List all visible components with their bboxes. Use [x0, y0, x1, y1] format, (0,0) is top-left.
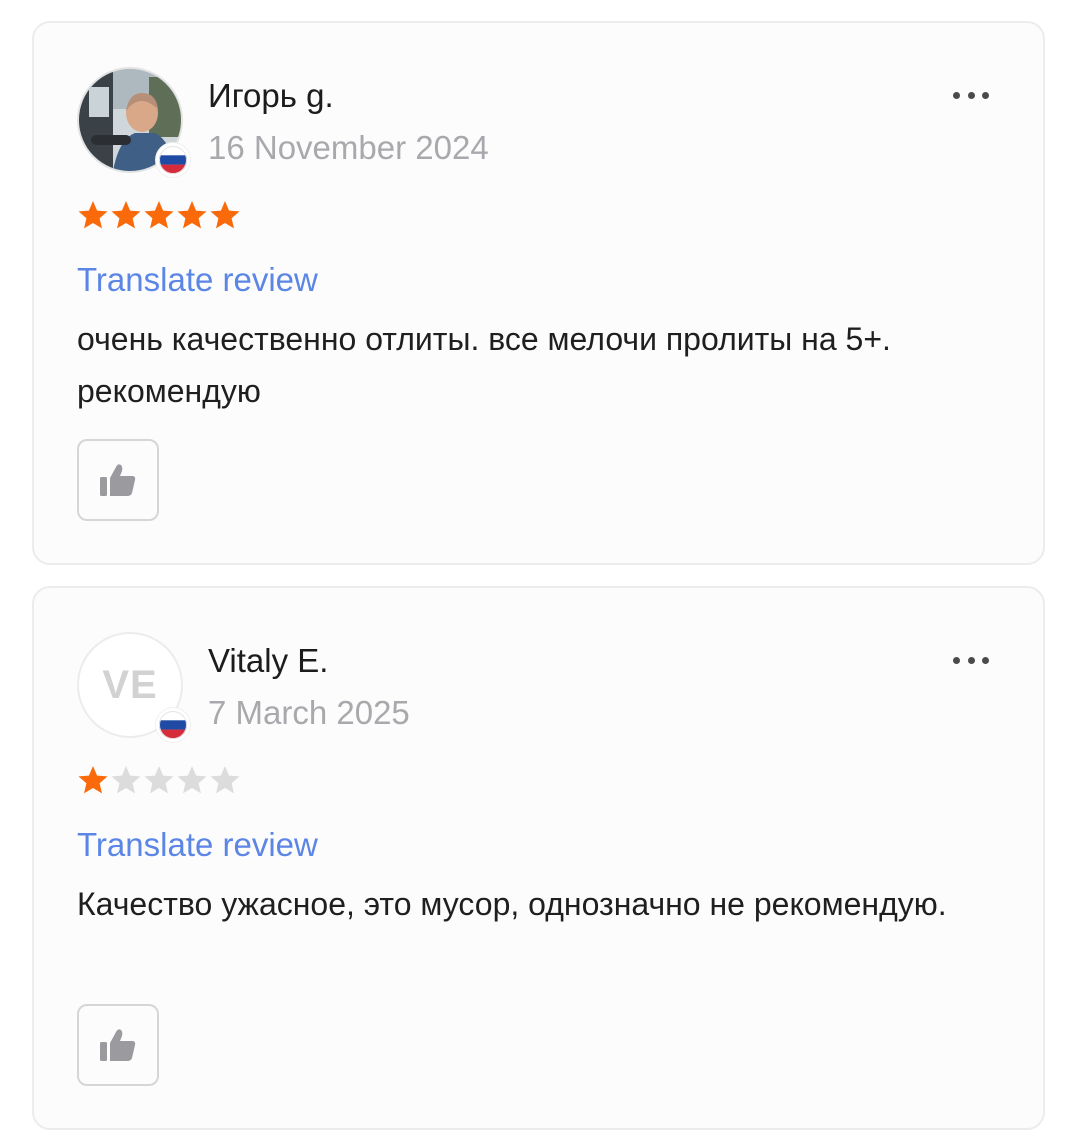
more-options-icon[interactable]: [953, 83, 989, 107]
star-filled-icon: [177, 201, 207, 229]
reviews-feed: Игорь g. 16 November 2024 Translate revi…: [0, 0, 1080, 1145]
star-filled-icon: [144, 201, 174, 229]
review-card: VE Vitaly E. 7 March 2025 Translate revi…: [32, 586, 1045, 1130]
like-button[interactable]: [77, 439, 159, 521]
star-filled-icon: [210, 201, 240, 229]
star-filled-icon: [111, 201, 141, 229]
star-filled-icon: [78, 201, 108, 229]
reviewer-name[interactable]: Vitaly E.: [208, 642, 328, 680]
star-filled-icon: [78, 766, 108, 794]
like-button[interactable]: [77, 1004, 159, 1086]
more-options-icon[interactable]: [953, 648, 989, 672]
star-rating: [77, 199, 241, 231]
review-card: Игорь g. 16 November 2024 Translate revi…: [32, 21, 1045, 565]
star-empty-icon: [144, 766, 174, 794]
star-empty-icon: [177, 766, 207, 794]
russia-flag-icon: [156, 708, 190, 742]
translate-review-link[interactable]: Translate review: [77, 826, 318, 864]
review-text: очень качественно отлиты. все мелочи про…: [77, 321, 891, 409]
reviewer-name[interactable]: Игорь g.: [208, 77, 334, 115]
review-text: Качество ужасное, это мусор, однозначно …: [77, 886, 947, 922]
thumbs-up-icon: [100, 464, 136, 496]
thumbs-up-icon: [100, 1029, 136, 1061]
avatar-initials: VE: [102, 662, 158, 707]
review-date: 16 November 2024: [208, 129, 489, 166]
star-empty-icon: [210, 766, 240, 794]
star-rating: [77, 764, 241, 796]
review-date: 7 March 2025: [208, 694, 410, 731]
star-empty-icon: [111, 766, 141, 794]
russia-flag-icon: [156, 143, 190, 177]
translate-review-link[interactable]: Translate review: [77, 261, 318, 299]
